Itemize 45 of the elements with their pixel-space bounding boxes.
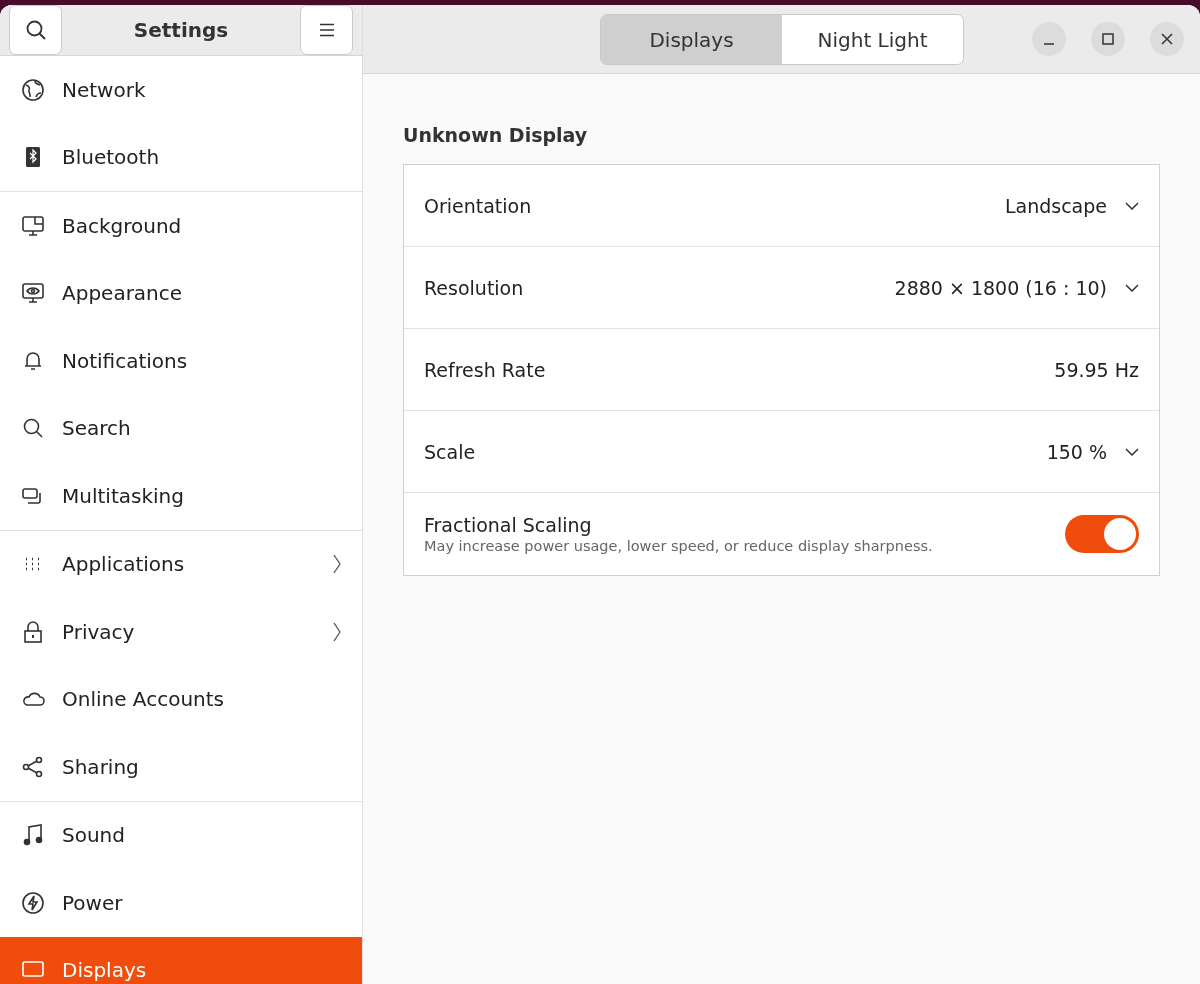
row-subtitle: May increase power usage, lower speed, or reduce display sharpness. [424,538,934,554]
dropdown[interactable]: 150 % [1046,436,1139,467]
dropdown[interactable]: Landscape [1004,190,1139,221]
maximize-icon [1102,33,1114,45]
sidebar-item[interactable]: Notifications [0,327,362,395]
chevron-icon [332,620,342,643]
chevron-down-icon [1125,283,1139,292]
sidebar-item[interactable]: Bluetooth [0,123,362,191]
tab[interactable]: Displays [601,15,782,64]
row-label: Scale [424,440,477,463]
menu-icon [318,23,335,37]
chevron-down-icon [1125,201,1139,210]
sidebar-item[interactable]: Online Accounts [0,665,362,733]
sidebar-item[interactable]: Displays [0,936,362,984]
row-label: Orientation [424,194,533,217]
sidebar-title: Settings [133,18,229,42]
search-icon [24,19,47,41]
maximize-button[interactable] [1091,22,1125,56]
sidebar-item[interactable]: Privacy [0,598,362,666]
chevron-icon [332,553,342,576]
menu-button[interactable] [300,5,353,55]
sidebar-item[interactable]: Appearance [0,259,362,327]
chevron-down-icon [1125,447,1139,456]
tab[interactable]: Night Light [782,15,963,64]
section-title: Unknown Display [403,124,589,146]
sidebar-item[interactable]: Search [0,394,362,462]
row-label: Refresh Rate [424,358,547,381]
sidebar-item[interactable]: Multitasking [0,462,362,530]
row-label: Resolution [424,276,525,299]
sidebar-item[interactable]: Applications [0,530,362,598]
sidebar-item[interactable]: Power [0,869,362,937]
power-icon [20,889,46,916]
globe-icon [20,76,46,103]
sidebar-item[interactable]: Sharing [0,733,362,801]
minimize-icon [1043,43,1055,45]
sidebar-item[interactable]: Sound [0,801,362,869]
sidebar-item[interactable]: Network [0,56,362,124]
sidebar-item[interactable]: Background [0,192,362,260]
close-button[interactable] [1150,22,1184,56]
row-value: 59.95 Hz [1054,358,1139,381]
close-icon [1161,33,1173,45]
row-label: Fractional Scaling [424,514,593,536]
search-button[interactable] [9,5,62,55]
toggle-switch[interactable] [1065,515,1139,553]
dropdown[interactable]: 2880 × 1800 (16 : 10) [894,272,1139,303]
